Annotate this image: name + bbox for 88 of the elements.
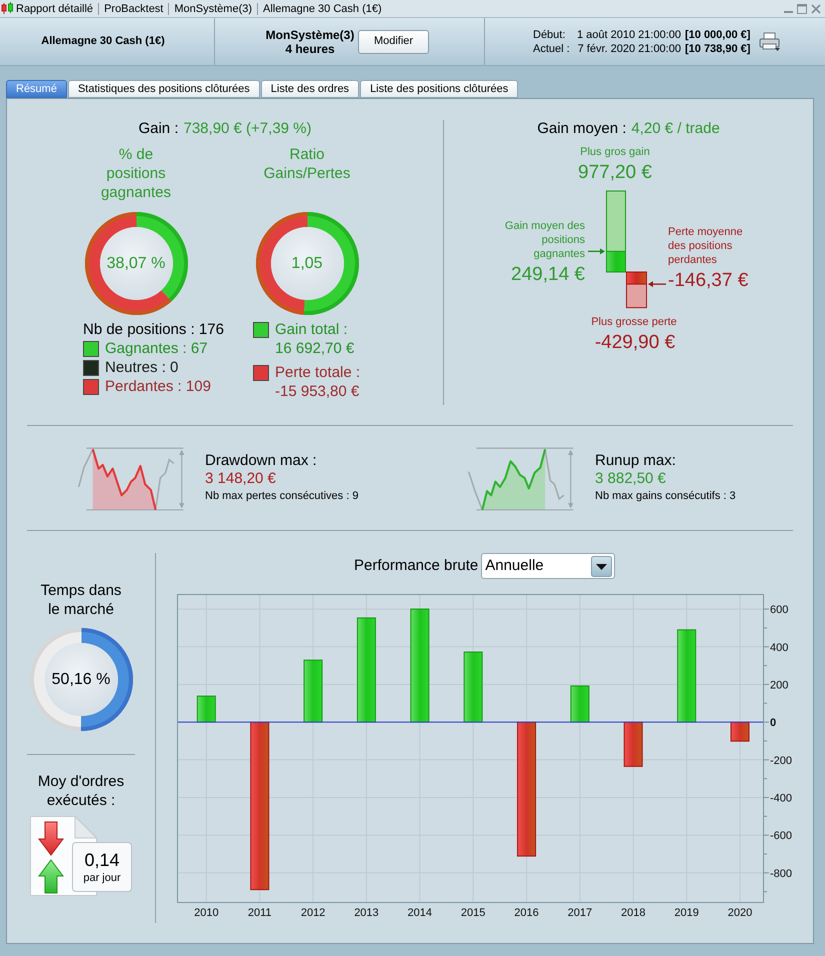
legend-label: Neutres : 0 bbox=[105, 358, 178, 377]
tab[interactable]: Liste des positions clôturées bbox=[360, 80, 518, 98]
bar bbox=[730, 722, 750, 742]
x-tick-label: 2019 bbox=[674, 907, 699, 919]
leader-arrow bbox=[588, 248, 605, 254]
average-gain-value: 4,20 € / trade bbox=[631, 120, 720, 138]
y-tick-label: -200 bbox=[770, 754, 792, 767]
bar bbox=[624, 722, 643, 767]
window-title: Allemagne 30 Cash (1€) bbox=[263, 2, 382, 16]
average-winner-value: 249,14 € bbox=[510, 264, 585, 286]
metric-label: Drawdown max : bbox=[205, 452, 318, 470]
caret-icon bbox=[591, 556, 612, 576]
window-title: Rapport détaillé bbox=[16, 2, 94, 16]
x-tick-label: 2020 bbox=[728, 907, 752, 919]
period-label: Début: bbox=[533, 28, 566, 42]
bar bbox=[304, 660, 323, 723]
printer-icon[interactable] bbox=[759, 32, 782, 52]
positions-count: Nb de positions : 176 bbox=[83, 320, 224, 339]
market-time-title: Temps dans le marché bbox=[40, 581, 122, 619]
bar bbox=[570, 685, 590, 723]
bar bbox=[196, 696, 216, 723]
tab[interactable]: Liste des ordres bbox=[260, 80, 360, 98]
total-value: -15 953,80 € bbox=[275, 383, 360, 400]
largest-loss-value: -429,90 € bbox=[594, 332, 676, 354]
y-tick-label: -400 bbox=[770, 792, 792, 804]
x-tick-label: 2013 bbox=[354, 907, 379, 919]
tab[interactable]: Statistiques des positions clôturées bbox=[68, 80, 260, 98]
orders-title: Moy d'ordres exécutés : bbox=[36, 772, 126, 810]
total-value: 16 692,70 € bbox=[275, 340, 354, 357]
x-tick-label: 2010 bbox=[194, 907, 219, 919]
total-label: Perte totale : bbox=[275, 363, 360, 382]
ratio-title: Ratio Gains/Pertes bbox=[262, 145, 352, 184]
leader-arrow bbox=[648, 281, 666, 288]
orders-unit: par jour bbox=[83, 870, 121, 884]
legend-label: Gagnantes : 67 bbox=[105, 339, 208, 358]
average-gain-bar bbox=[606, 250, 626, 272]
y-tick-label: -800 bbox=[770, 868, 792, 880]
market-time-value: 50,16 % bbox=[52, 670, 110, 690]
system-name: MonSystème(3) bbox=[266, 28, 354, 42]
average-loss-bar bbox=[626, 272, 647, 285]
ratio-value: 1,05 bbox=[291, 254, 323, 274]
y-tick-label: 200 bbox=[770, 679, 788, 692]
x-tick-label: 2015 bbox=[460, 907, 486, 919]
metric-label: Runup max: bbox=[595, 452, 677, 470]
candlestick-icon bbox=[1, 2, 14, 15]
streak-text: Nb max gains consécutifs : 3 bbox=[595, 489, 736, 504]
maximize-icon[interactable] bbox=[797, 4, 807, 14]
win-rate-title: % de positions gagnantes bbox=[100, 145, 172, 202]
x-tick-label: 2016 bbox=[514, 907, 539, 919]
y-tick-label: -600 bbox=[770, 830, 792, 842]
period-label: Actuel : bbox=[533, 42, 571, 56]
period-dropdown[interactable]: Annuelle bbox=[481, 553, 616, 579]
y-tick-label: 0 bbox=[770, 717, 776, 730]
gain-value: 738,90 € (+7,39 %) bbox=[184, 120, 312, 138]
x-tick-label: 2017 bbox=[568, 907, 592, 919]
window-title: ProBacktest bbox=[104, 2, 164, 16]
gain-label: Gain : bbox=[138, 120, 178, 138]
average-winner-label: Gain moyen des positions gagnantes bbox=[504, 219, 585, 261]
average-loser-value: -146,37 € bbox=[668, 270, 748, 292]
period-date: 7 févr. 2020 21:00:00 bbox=[577, 42, 681, 56]
close-icon[interactable] bbox=[811, 4, 821, 14]
system-timeframe: 4 heures bbox=[285, 42, 335, 56]
x-tick-label: 2014 bbox=[408, 907, 432, 919]
largest-gain-label: Plus gros gain bbox=[579, 145, 651, 159]
window-title: MonSystème(3) bbox=[174, 2, 252, 16]
y-tick-label: 400 bbox=[770, 642, 788, 654]
period-capital: [10 000,00 €] bbox=[684, 28, 750, 42]
modify-button[interactable]: Modifier bbox=[358, 30, 429, 54]
legend-label: Perdantes : 109 bbox=[105, 377, 211, 396]
metric-value: 3 148,20 € bbox=[205, 470, 277, 488]
period-capital: [10 738,90 €] bbox=[684, 42, 750, 56]
x-tick-label: 2018 bbox=[621, 907, 646, 919]
performance-label: Performance brute bbox=[354, 556, 478, 576]
bar bbox=[464, 652, 483, 723]
streak-text: Nb max pertes consécutives : 9 bbox=[205, 489, 358, 504]
y-tick-label: 600 bbox=[770, 604, 788, 616]
period-date: 1 août 2010 21:00:00 bbox=[577, 28, 681, 42]
largest-gain-value: 977,20 € bbox=[577, 162, 653, 184]
instrument-name: Allemagne 30 Cash (1€) bbox=[41, 34, 165, 50]
win-rate-value: 38,07 % bbox=[106, 254, 166, 274]
x-tick-label: 2011 bbox=[248, 907, 272, 919]
metric-value: 3 882,50 € bbox=[595, 470, 667, 488]
average-loser-label: Perte moyenne des positions perdantes bbox=[668, 225, 744, 267]
average-gain-label: Gain moyen : bbox=[537, 120, 626, 138]
x-tick-label: 2012 bbox=[300, 907, 326, 919]
total-label: Gain total : bbox=[275, 320, 348, 339]
largest-loss-label: Plus grosse perte bbox=[590, 315, 678, 329]
orders-value: 0,14 bbox=[84, 850, 120, 870]
